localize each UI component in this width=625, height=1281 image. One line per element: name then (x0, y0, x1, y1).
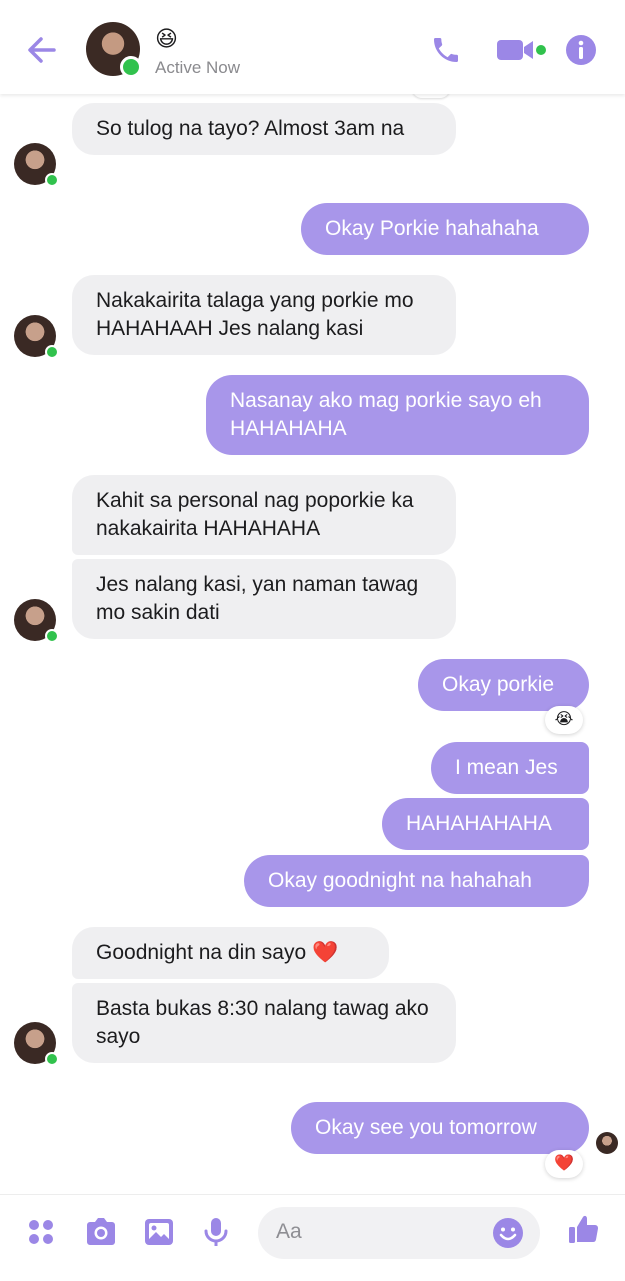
apps-menu-icon[interactable] (24, 1215, 58, 1249)
camera-icon[interactable] (84, 1215, 118, 1249)
outgoing-message-bubble[interactable]: Okay goodnight na hahahah (244, 855, 589, 907)
back-arrow-icon[interactable] (24, 30, 60, 70)
incoming-message-bubble[interactable]: Kahit sa personal nag poporkie ka nakaka… (72, 475, 456, 555)
reaction-badge[interactable]: ❤️ (545, 1150, 583, 1178)
info-icon[interactable] (565, 34, 597, 66)
incoming-message-bubble[interactable]: Jes nalang kasi, yan naman tawag mo saki… (72, 559, 456, 639)
video-call-icon[interactable] (497, 34, 549, 66)
outgoing-message-bubble[interactable]: Okay Porkie hahahaha (301, 203, 589, 255)
message-composer: Aa (0, 1194, 625, 1281)
microphone-icon[interactable] (199, 1215, 233, 1249)
gallery-icon[interactable] (142, 1215, 176, 1249)
outgoing-message-bubble[interactable]: Nasanay ako mag porkie sayo eh HAHAHAHA (206, 375, 589, 455)
incoming-message-bubble[interactable]: Nakakairita talaga yang porkie mo HAHAHA… (72, 275, 456, 355)
phone-call-icon[interactable] (430, 34, 462, 66)
sender-avatar[interactable] (14, 315, 59, 359)
online-indicator (120, 56, 142, 78)
sender-avatar[interactable] (14, 599, 59, 643)
emoji-icon[interactable] (492, 1217, 524, 1249)
read-receipt-avatar (596, 1132, 618, 1154)
online-indicator (45, 1052, 59, 1066)
message-input-placeholder: Aa (276, 1220, 302, 1243)
online-indicator (45, 345, 59, 359)
sender-avatar[interactable] (14, 1022, 59, 1066)
online-indicator (45, 173, 59, 187)
reaction-badge[interactable]: 😭 (545, 706, 583, 734)
outgoing-message-bubble[interactable]: HAHAHAHAHA (382, 798, 589, 850)
active-status: Active Now (155, 58, 241, 77)
outgoing-message-bubble[interactable]: Okay see you tomorrow (291, 1102, 589, 1154)
sender-avatar[interactable] (14, 143, 59, 187)
outgoing-message-bubble[interactable]: Okay porkie (418, 659, 589, 711)
conversation-header: 😆 Active Now (0, 0, 625, 94)
message-input[interactable]: Aa (258, 1207, 540, 1259)
incoming-message-bubble[interactable]: So tulog na tayo? Almost 3am na (72, 103, 456, 155)
thumbs-up-icon[interactable] (566, 1213, 600, 1247)
incoming-message-bubble[interactable]: Basta bukas 8:30 nalang tawag ako sayo (72, 983, 456, 1063)
outgoing-message-bubble[interactable]: I mean Jes (431, 742, 589, 794)
contact-status-emoji: 😆 (155, 26, 178, 51)
incoming-message-bubble[interactable]: Goodnight na din sayo ❤️ (72, 927, 389, 979)
contact-avatar[interactable] (86, 22, 142, 78)
online-indicator (45, 629, 59, 643)
